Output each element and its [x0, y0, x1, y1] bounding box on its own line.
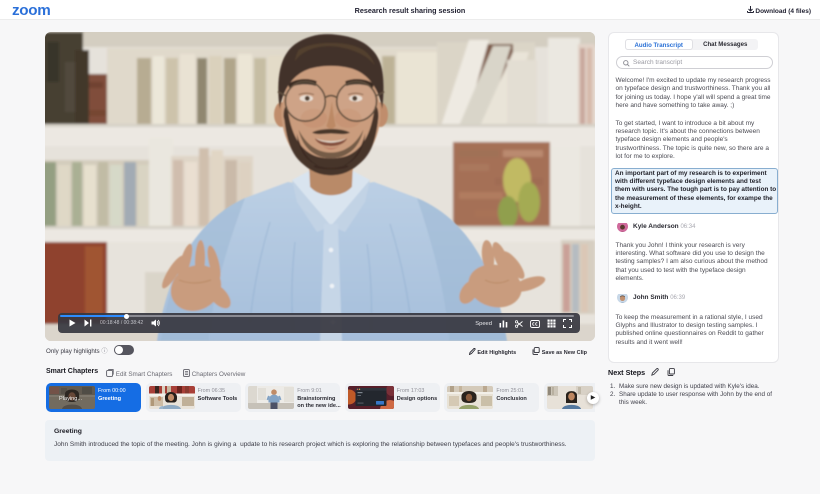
svg-text:Playing...: Playing...	[59, 396, 82, 402]
